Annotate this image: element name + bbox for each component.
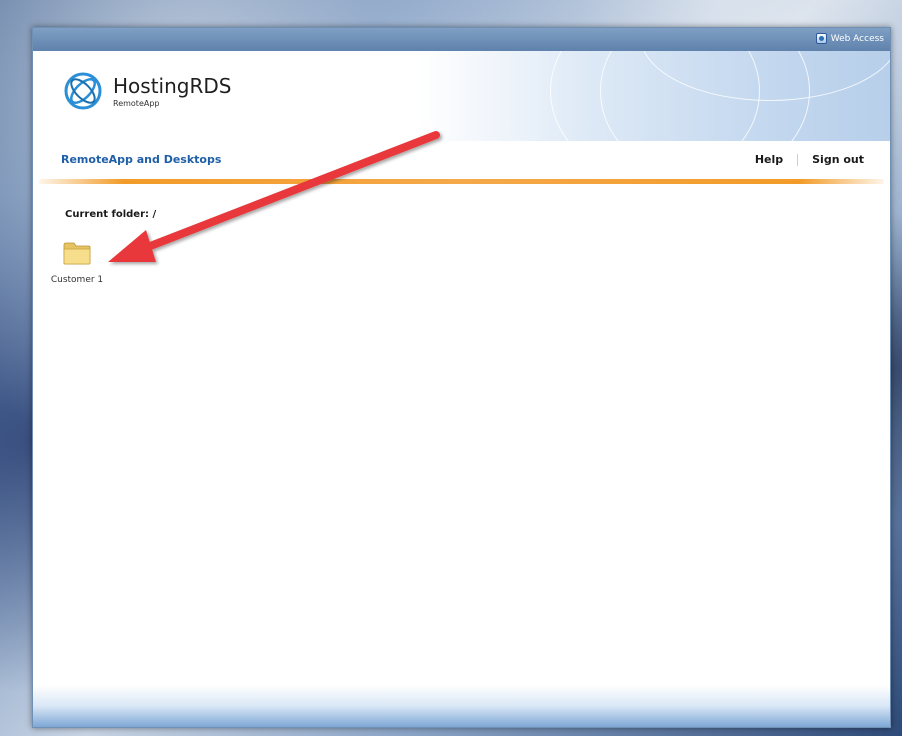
- folder-item-customer-1[interactable]: Customer 1: [51, 241, 121, 285]
- current-folder-label: Current folder: /: [65, 209, 157, 220]
- sign-out-link[interactable]: Sign out: [812, 153, 864, 166]
- top-strip: Web Access: [33, 28, 890, 51]
- nav-links: Help Sign out: [755, 153, 864, 166]
- web-access-label: Web Access: [830, 33, 884, 44]
- help-link[interactable]: Help: [755, 153, 783, 166]
- globe-background-art: [490, 51, 890, 141]
- globe-logo-icon: [64, 72, 102, 110]
- header-banner: HostingRDS RemoteApp: [33, 51, 890, 141]
- orange-divider: [39, 179, 884, 184]
- nav-separator: [797, 153, 799, 166]
- navigation-bar: RemoteApp and Desktops Help Sign out: [33, 141, 890, 181]
- footer-gradient: [33, 685, 890, 727]
- brand-name: HostingRDS: [113, 73, 232, 98]
- folder-label: Customer 1: [50, 275, 104, 285]
- folder-icon: [63, 242, 91, 265]
- brand-logo: HostingRDS RemoteApp: [63, 71, 231, 111]
- web-access-icon: [815, 33, 827, 44]
- web-access-badge: Web Access: [815, 33, 884, 44]
- nav-remoteapp-desktops-link[interactable]: RemoteApp and Desktops: [61, 153, 221, 166]
- brand-subtitle: RemoteApp: [113, 98, 160, 108]
- rd-web-access-window: Web Access HostingRDS RemoteApp RemoteAp…: [32, 27, 891, 728]
